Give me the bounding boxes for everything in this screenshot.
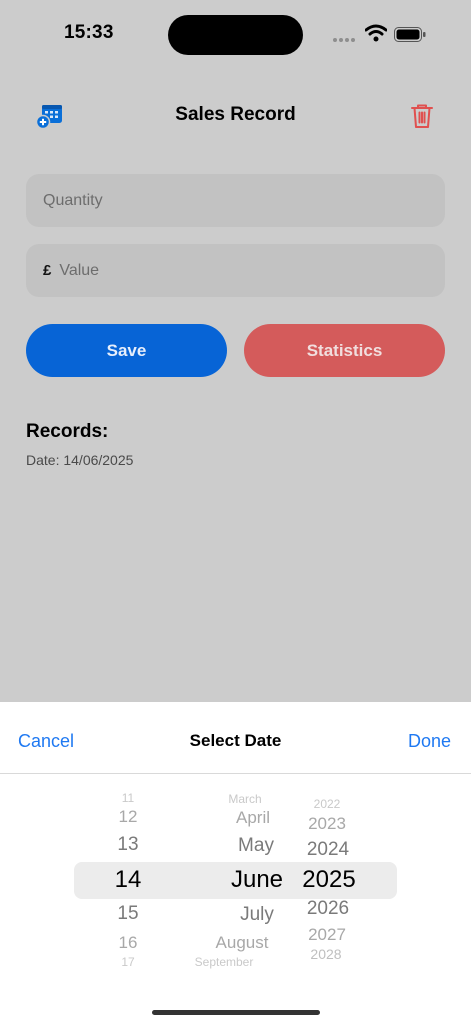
month-option[interactable]: September [195, 955, 254, 969]
month-option[interactable]: May [238, 835, 274, 857]
value-placeholder: Value [59, 261, 100, 279]
day-option[interactable]: 16 [119, 933, 138, 953]
day-option[interactable]: 13 [117, 834, 138, 856]
year-selected[interactable]: 2025 [302, 866, 355, 894]
done-button[interactable]: Done [408, 731, 451, 752]
month-option[interactable]: July [240, 904, 274, 926]
month-option[interactable]: August [216, 933, 269, 953]
quantity-placeholder: Quantity [43, 191, 103, 209]
record-item: Date: 14/06/2025 [26, 452, 134, 468]
day-option[interactable]: 17 [121, 955, 134, 969]
value-field[interactable]: £ Value [26, 244, 445, 297]
month-option[interactable]: March [228, 792, 261, 806]
month-option[interactable]: April [236, 808, 270, 828]
dynamic-island [168, 15, 303, 55]
year-option[interactable]: 2024 [307, 839, 349, 861]
signal-icon [333, 38, 355, 42]
year-option[interactable]: 2026 [307, 898, 349, 920]
day-option[interactable]: 11 [122, 791, 134, 805]
battery-icon [394, 27, 426, 42]
save-button[interactable]: Save [26, 324, 227, 377]
year-option[interactable]: 2023 [308, 814, 346, 834]
status-time: 15:33 [64, 22, 114, 43]
picker-title: Select Date [189, 731, 282, 750]
quantity-field[interactable]: Quantity [26, 174, 445, 227]
year-option[interactable]: 2027 [308, 925, 346, 945]
day-selected[interactable]: 14 [115, 866, 142, 894]
day-option[interactable]: 12 [119, 807, 138, 827]
month-selected[interactable]: June [231, 866, 283, 894]
wifi-icon [365, 24, 387, 42]
records-heading: Records: [26, 421, 109, 442]
year-option[interactable]: 2022 [314, 797, 341, 811]
trash-icon[interactable] [410, 103, 434, 129]
day-option[interactable]: 15 [117, 903, 138, 925]
page-title: Sales Record [175, 104, 296, 125]
year-option[interactable]: 2028 [310, 946, 341, 962]
statistics-button[interactable]: Statistics [244, 324, 445, 377]
home-indicator[interactable] [152, 1010, 320, 1015]
currency-symbol: £ [43, 262, 52, 279]
